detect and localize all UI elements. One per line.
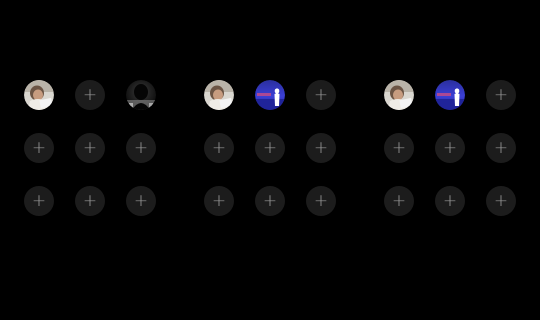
add-avatar-button[interactable]: + <box>24 186 54 216</box>
avatar-group-3: + + + + + + + <box>384 80 516 216</box>
add-avatar-button[interactable]: + <box>306 133 336 163</box>
avatar-group-2: + + + + + + + <box>204 80 336 216</box>
plus-icon: + <box>133 190 149 211</box>
plus-icon: + <box>31 190 47 211</box>
plus-icon: + <box>31 137 47 158</box>
plus-icon: + <box>391 190 407 211</box>
add-avatar-button[interactable]: + <box>435 133 465 163</box>
plus-icon: + <box>442 137 458 158</box>
add-avatar-button[interactable]: + <box>204 186 234 216</box>
add-avatar-button[interactable]: + <box>75 133 105 163</box>
dark-silhouette-photo <box>126 80 156 110</box>
add-avatar-button[interactable]: + <box>126 133 156 163</box>
avatar-photo-person-laptop[interactable] <box>384 80 414 110</box>
plus-icon: + <box>133 137 149 158</box>
plus-icon: + <box>493 84 509 105</box>
plus-icon: + <box>211 137 227 158</box>
add-avatar-button[interactable]: + <box>75 80 105 110</box>
person-laptop-photo <box>24 80 54 110</box>
plus-icon: + <box>313 190 329 211</box>
plus-icon: + <box>82 137 98 158</box>
add-avatar-button[interactable]: + <box>204 133 234 163</box>
add-avatar-button[interactable]: + <box>435 186 465 216</box>
add-avatar-button[interactable]: + <box>24 133 54 163</box>
add-avatar-button[interactable]: + <box>126 186 156 216</box>
plus-icon: + <box>493 190 509 211</box>
plus-icon: + <box>82 84 98 105</box>
avatar-photo-silhouette-dark[interactable] <box>126 80 156 110</box>
add-avatar-button[interactable]: + <box>486 186 516 216</box>
avatar-photo-person-laptop[interactable] <box>204 80 234 110</box>
avatar-picker-canvas: + + + + + + + + + + + + + + + + + + + + … <box>0 0 540 320</box>
add-avatar-button[interactable]: + <box>255 133 285 163</box>
plus-icon: + <box>313 84 329 105</box>
avatar-photo-person-laptop[interactable] <box>24 80 54 110</box>
add-avatar-button[interactable]: + <box>384 186 414 216</box>
add-avatar-button[interactable]: + <box>75 186 105 216</box>
person-laptop-photo <box>204 80 234 110</box>
avatar-group-1: + + + + + + + <box>24 80 156 216</box>
add-avatar-button[interactable]: + <box>486 133 516 163</box>
plus-icon: + <box>82 190 98 211</box>
plus-icon: + <box>262 190 278 211</box>
plus-icon: + <box>211 190 227 211</box>
add-avatar-button[interactable]: + <box>486 80 516 110</box>
person-laptop-photo <box>384 80 414 110</box>
plus-icon: + <box>313 137 329 158</box>
plus-icon: + <box>391 137 407 158</box>
avatar-photo-silhouette-blue[interactable] <box>435 80 465 110</box>
blue-silhouette-photo <box>255 80 285 110</box>
add-avatar-button[interactable]: + <box>384 133 414 163</box>
blue-silhouette-photo <box>435 80 465 110</box>
add-avatar-button[interactable]: + <box>255 186 285 216</box>
plus-icon: + <box>262 137 278 158</box>
add-avatar-button[interactable]: + <box>306 186 336 216</box>
add-avatar-button[interactable]: + <box>306 80 336 110</box>
plus-icon: + <box>442 190 458 211</box>
avatar-photo-silhouette-blue[interactable] <box>255 80 285 110</box>
plus-icon: + <box>493 137 509 158</box>
